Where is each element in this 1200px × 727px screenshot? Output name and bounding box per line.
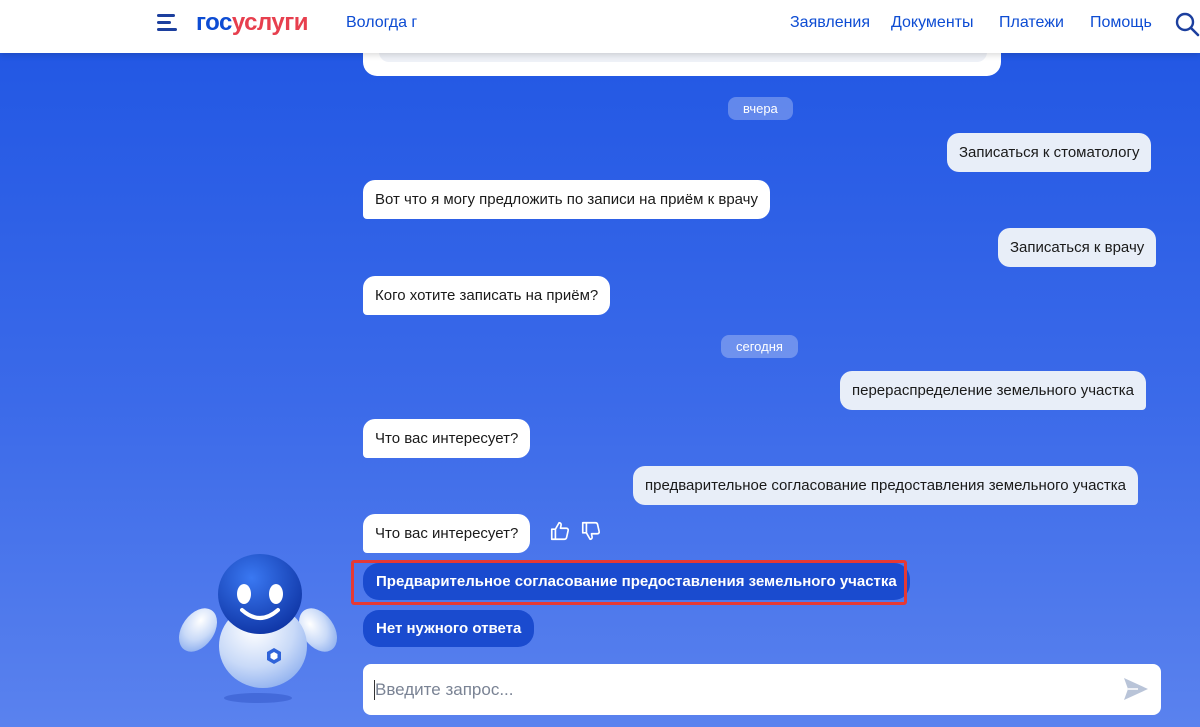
burger-menu-icon[interactable] bbox=[157, 14, 179, 32]
nav-help[interactable]: Помощь bbox=[1090, 14, 1152, 32]
user-message: Записаться к врачу bbox=[998, 228, 1157, 267]
option-preliminary-approval[interactable]: Предварительное согласование предоставле… bbox=[363, 563, 910, 600]
query-input[interactable] bbox=[375, 664, 1115, 715]
bot-message: Вот что я могу предложить по записи на п… bbox=[363, 180, 770, 219]
send-icon[interactable] bbox=[1122, 676, 1150, 702]
city-selector[interactable]: Вологда г bbox=[346, 14, 417, 32]
bot-message: Что вас интересует? bbox=[363, 514, 531, 553]
logo-text-part2: услуги bbox=[231, 9, 309, 36]
logo-text-part1: гос bbox=[196, 9, 232, 36]
thumbs-up-icon[interactable] bbox=[549, 520, 571, 542]
user-message: Записаться к стоматологу bbox=[947, 133, 1152, 172]
search-icon[interactable] bbox=[1174, 11, 1200, 37]
gosuslugi-logo[interactable]: госуслуги bbox=[196, 9, 309, 37]
nav-documents[interactable]: Документы bbox=[891, 14, 973, 32]
query-input-container bbox=[363, 664, 1161, 715]
user-message: предварительное согласование предоставле… bbox=[633, 466, 1139, 505]
header: госуслуги Вологда г Заявления Документы … bbox=[0, 0, 1200, 53]
robot-assistant bbox=[178, 554, 338, 703]
option-no-answer[interactable]: Нет нужного ответа bbox=[363, 610, 535, 647]
date-separator-yesterday: вчера bbox=[728, 97, 793, 120]
bot-message: Кого хотите записать на приём? bbox=[363, 276, 611, 315]
bot-message: Что вас интересует? bbox=[363, 419, 531, 458]
text-caret bbox=[374, 680, 375, 700]
nav-applications[interactable]: Заявления bbox=[790, 14, 870, 32]
nav-payments[interactable]: Платежи bbox=[999, 14, 1064, 32]
date-separator-today: сегодня bbox=[721, 335, 798, 358]
thumbs-down-icon[interactable] bbox=[580, 520, 602, 542]
user-message: перераспределение земельного участка bbox=[840, 371, 1146, 410]
